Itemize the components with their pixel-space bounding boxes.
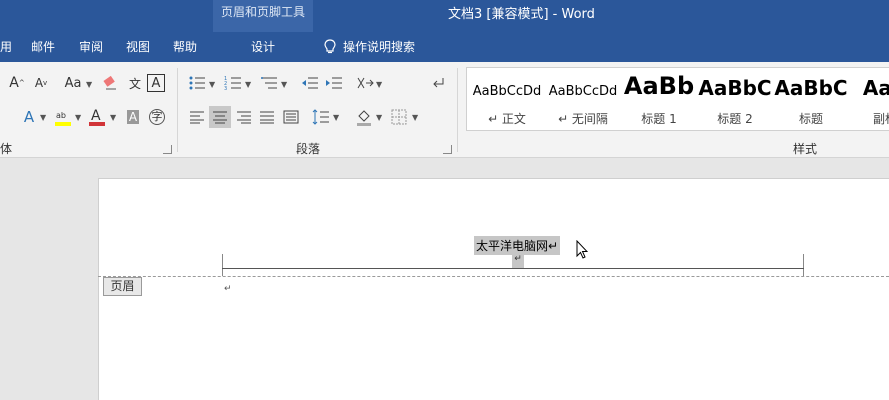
show-paragraph-marks-icon[interactable] xyxy=(427,72,449,94)
align-center-icon[interactable] xyxy=(209,106,231,128)
mouse-pointer-icon xyxy=(576,240,588,259)
enclose-characters-button[interactable]: 字 xyxy=(146,106,168,128)
style-name: 标题 2 xyxy=(717,112,753,126)
shading-caret[interactable]: ▼ xyxy=(376,113,382,122)
font-color-swatch xyxy=(89,122,105,126)
style-no-spacing[interactable]: AaBbCcDd ↵ 无间隔 xyxy=(545,68,621,130)
svg-text:3: 3 xyxy=(224,86,227,91)
tab-review[interactable]: 审阅 xyxy=(79,38,103,55)
paragraph-dialog-launcher[interactable] xyxy=(443,145,452,154)
text-effects-caret[interactable]: ▼ xyxy=(40,113,46,122)
grow-font-button[interactable]: A ^ xyxy=(6,72,28,94)
header-tag: 页眉 xyxy=(103,277,142,296)
style-title[interactable]: AaBbC 标题 xyxy=(773,68,849,130)
borders-icon[interactable] xyxy=(388,106,410,128)
line-spacing-caret[interactable]: ▼ xyxy=(333,113,339,122)
style-subtitle[interactable]: AaB 副标 xyxy=(847,68,889,130)
chinese-layout-icon[interactable] xyxy=(354,72,376,94)
right-crop-mark xyxy=(803,254,804,276)
numbering-caret[interactable]: ▼ xyxy=(245,80,251,89)
style-normal[interactable]: AaBbCcDd ↵ 正文 xyxy=(469,68,545,130)
styles-group-label: 样式 xyxy=(793,142,818,156)
align-right-icon[interactable] xyxy=(233,106,255,128)
svg-text:A: A xyxy=(91,108,101,124)
font-group-label: 体 xyxy=(0,142,13,156)
borders-caret[interactable]: ▼ xyxy=(412,113,418,122)
style-sample: AaBb xyxy=(623,72,695,100)
context-tool-title: 页眉和页脚工具 xyxy=(220,5,305,19)
style-name: ↵ 正文 xyxy=(488,112,526,126)
document-title: 文档3 [兼容模式] - Word xyxy=(448,7,595,22)
tab-design[interactable]: 设计 xyxy=(213,32,313,62)
multilevel-list-icon[interactable] xyxy=(258,72,280,94)
line-spacing-icon[interactable] xyxy=(310,106,332,128)
highlight-color-swatch xyxy=(55,122,71,126)
ribbon: A ^ Av Aa ▼ 文 A A ▼ ab ▼ A ▼ A 字 体 ▼ 123 … xyxy=(0,62,889,158)
lightbulb-icon xyxy=(324,39,336,54)
style-heading-2[interactable]: AaBbC 标题 2 xyxy=(697,68,773,130)
header-boundary-line xyxy=(98,276,889,277)
shrink-font-button[interactable]: Av xyxy=(30,72,52,94)
style-sample: AaB xyxy=(862,76,889,100)
header-text[interactable]: 太平洋电脑网↵ xyxy=(474,236,561,255)
font-color-caret[interactable]: ▼ xyxy=(110,113,116,122)
shading-icon[interactable] xyxy=(353,106,375,128)
tab-mailings[interactable]: 邮件 xyxy=(31,38,55,55)
justify-icon[interactable] xyxy=(256,106,278,128)
chinese-layout-caret[interactable]: ▼ xyxy=(376,80,382,89)
style-name: 标题 1 xyxy=(641,112,677,126)
style-sample: AaBbCcDd xyxy=(472,84,542,99)
style-sample: AaBbC xyxy=(774,76,848,100)
font-color-button[interactable]: A xyxy=(86,106,108,128)
ribbon-tab-row: 用 邮件 审阅 视图 帮助 xyxy=(0,32,889,62)
tell-me-label: 操作说明搜索 xyxy=(343,40,416,54)
group-separator xyxy=(457,68,458,152)
title-bar xyxy=(0,0,889,32)
style-name: 副标 xyxy=(872,112,889,126)
character-border-button[interactable]: A xyxy=(147,74,165,92)
clear-format-icon[interactable] xyxy=(100,72,122,94)
style-sample: AaBbCcDd xyxy=(548,84,618,99)
style-heading-1[interactable]: AaBb 标题 1 xyxy=(621,68,697,130)
tell-me-search[interactable]: 操作说明搜索 xyxy=(324,38,415,55)
left-crop-mark xyxy=(222,254,223,276)
tab-reference[interactable]: 用 xyxy=(0,38,12,55)
styles-gallery: AaBbCcDd ↵ 正文 AaBbCcDd ↵ 无间隔 AaBb 标题 1 A… xyxy=(466,67,889,131)
style-sample: AaBbC xyxy=(698,76,772,100)
header-paragraph-mark: ↵ xyxy=(512,254,524,268)
style-name: ↵ 无间隔 xyxy=(558,112,608,126)
numbering-icon[interactable]: 123 xyxy=(222,72,244,94)
body-paragraph-mark: ↵ xyxy=(224,284,232,294)
distributed-icon[interactable] xyxy=(280,106,302,128)
bullets-caret[interactable]: ▼ xyxy=(209,80,215,89)
bullets-icon[interactable] xyxy=(186,72,208,94)
multilevel-list-caret[interactable]: ▼ xyxy=(281,80,287,89)
change-case-caret[interactable]: ▼ xyxy=(86,80,92,89)
highlight-color-caret[interactable]: ▼ xyxy=(75,113,81,122)
tab-view[interactable]: 视图 xyxy=(126,38,150,55)
paragraph-group-label: 段落 xyxy=(296,142,321,156)
phonetic-guide-button[interactable]: 文 xyxy=(124,72,146,94)
group-separator xyxy=(177,68,178,152)
font-dialog-launcher[interactable] xyxy=(163,145,172,154)
style-name: 标题 xyxy=(798,112,823,126)
increase-indent-icon[interactable] xyxy=(323,72,345,94)
change-case-button[interactable]: Aa xyxy=(60,72,86,94)
svg-text:ab: ab xyxy=(56,111,66,120)
header-bottom-border xyxy=(222,268,804,269)
character-shading-button[interactable]: A xyxy=(122,106,144,128)
align-left-icon[interactable] xyxy=(186,106,208,128)
decrease-indent-icon[interactable] xyxy=(299,72,321,94)
document-page[interactable] xyxy=(98,178,889,400)
highlight-color-button[interactable]: ab xyxy=(52,106,74,128)
tab-help[interactable]: 帮助 xyxy=(173,38,197,55)
text-effects-button[interactable]: A xyxy=(18,106,40,128)
